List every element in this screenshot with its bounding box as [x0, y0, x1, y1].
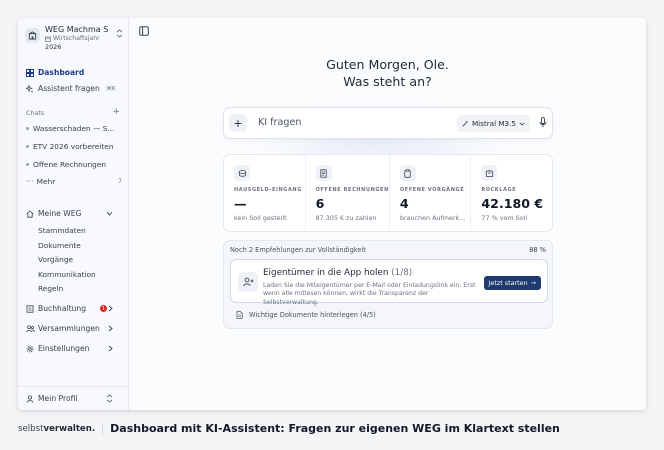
stat-offene-vorgaenge[interactable]: OFFENE VORGÄNGE 4 brauchen Aufmerk... — [390, 155, 472, 231]
greeting-line-1: Guten Morgen, Ole. — [326, 57, 449, 72]
chevron-down-icon — [106, 211, 113, 216]
document-icon — [236, 311, 243, 319]
nav-einstellungen-label: Einstellungen — [38, 344, 90, 353]
stat-hausgeld[interactable]: HAUSGELD-EINGANG — kein Soll gestellt — [224, 155, 306, 231]
recommendation-description: Laden Sie die Miteigentümer per E-Mail o… — [263, 282, 476, 306]
nav-dashboard-label: Dashboard — [38, 68, 85, 77]
chevron-right-icon — [108, 345, 113, 352]
start-now-button[interactable]: Jetzt starten → — [483, 276, 541, 290]
invoice-icon — [315, 165, 332, 181]
greeting: Guten Morgen, Ole. Was steht an? — [129, 56, 646, 90]
shortcut-badge: ⌘K — [104, 85, 117, 92]
chat-item[interactable]: ETV 2026 vorbereiten — [26, 140, 118, 152]
nav-assistant[interactable]: Assistent fragen ⌘K — [25, 82, 121, 95]
chevron-up-down-icon — [106, 394, 113, 403]
app-window: WEG Machma S... Wirtschaftsjahr 2026 Das… — [18, 18, 646, 410]
ledger-icon — [25, 304, 35, 314]
nav-profil[interactable]: Mein Profil — [25, 392, 121, 405]
sidebar-toggle-icon[interactable] — [139, 26, 149, 36]
model-name: Mistral M3.5 — [471, 119, 516, 128]
user-icon — [25, 394, 35, 404]
nav-sub-regeln[interactable]: Regeln — [38, 284, 63, 293]
nav-versammlungen-label: Versammlungen — [38, 324, 100, 333]
nav-sub-dokumente[interactable]: Dokumente — [38, 241, 81, 250]
nav-buchhaltung-label: Buchhaltung — [38, 304, 87, 313]
attach-plus-button[interactable]: + — [229, 114, 247, 132]
caption: selbstverwalten. Dashboard mit KI-Assist… — [18, 422, 560, 435]
chevron-right-icon — [108, 305, 113, 312]
calendar-icon — [45, 36, 51, 42]
arrow-right-icon: → — [530, 279, 536, 287]
stat-offene-rechnungen[interactable]: OFFENE RECHNUNGEN 6 87.305 € zu zahlen — [306, 155, 390, 231]
ai-ask-input[interactable]: KI fragen — [258, 117, 301, 128]
nav-dashboard[interactable]: Dashboard — [25, 66, 121, 79]
house-icon — [25, 209, 35, 219]
stat-ruecklage[interactable]: RÜCKLAGE 42.180 € 77 % vom Soll — [471, 155, 552, 231]
brand-logo: selbstverwalten. — [18, 423, 96, 434]
sidebar: WEG Machma S... Wirtschaftsjahr 2026 Das… — [18, 18, 129, 410]
recommendations-panel: Noch 2 Empfehlungen zur Vollständigkeit … — [223, 240, 553, 329]
user-plus-icon — [238, 272, 258, 292]
microphone-icon[interactable] — [539, 117, 547, 128]
wand-icon — [462, 120, 469, 127]
completeness-percent: 88 % — [529, 246, 546, 254]
org-switcher[interactable]: WEG Machma S... Wirtschaftsjahr 2026 — [25, 25, 123, 59]
building-icon — [25, 28, 40, 43]
org-name: WEG Machma S... — [45, 25, 109, 34]
next-recommendation[interactable]: Wichtige Dokumente hinterlegen (4/5) — [236, 311, 376, 319]
greeting-line-2: Was steht an? — [343, 74, 432, 89]
chat-item[interactable]: Offene Rechnungen — [26, 158, 118, 170]
nav-meine-weg[interactable]: Meine WEG — [25, 207, 121, 220]
nav-meine-weg-label: Meine WEG — [38, 209, 82, 218]
new-chat-plus-icon[interactable]: + — [112, 108, 120, 117]
chevron-down-icon — [519, 122, 525, 126]
nav-versammlungen[interactable]: Versammlungen — [25, 322, 121, 335]
nav-einstellungen[interactable]: Einstellungen — [25, 342, 121, 355]
fiscal-year: 2026 — [45, 42, 62, 51]
model-selector[interactable]: Mistral M3.5 — [456, 115, 530, 132]
chats-more-count: 7 — [118, 177, 122, 185]
recommendation-card[interactable]: Eigentümer in die App holen (1/8) Laden … — [230, 259, 548, 306]
nav-profil-label: Mein Profil — [38, 394, 78, 403]
sparkle-icon — [25, 84, 35, 94]
buchhaltung-badge: 1 — [100, 305, 107, 312]
chevron-up-down-icon — [116, 29, 123, 38]
more-dots-icon: ··· — [26, 176, 34, 186]
chats-more[interactable]: ··· Mehr 7 — [26, 175, 122, 187]
grid-icon — [25, 68, 35, 78]
people-icon — [25, 324, 35, 334]
clipboard-icon — [399, 165, 416, 181]
caption-text: Dashboard mit KI-Assistent: Fragen zur e… — [110, 422, 560, 435]
recommendation-title: Eigentümer in die App holen (1/8) — [263, 268, 413, 278]
fiscal-year-label: Wirtschaftsjahr — [53, 35, 100, 42]
stats-panel: HAUSGELD-EINGANG — kein Soll gestellt OF… — [223, 154, 553, 232]
nav-assistant-label: Assistent fragen — [38, 84, 100, 93]
main-content: Guten Morgen, Ole. Was steht an? + KI fr… — [129, 18, 646, 410]
nav-sub-stammdaten[interactable]: Stammdaten — [38, 226, 86, 235]
chat-item[interactable]: Wasserschaden — S... — [26, 122, 118, 134]
gear-icon — [25, 344, 35, 354]
nav-sub-vorgaenge[interactable]: Vorgänge — [38, 255, 73, 264]
nav-sub-kommunikation[interactable]: Kommunikation — [38, 270, 96, 279]
chevron-right-icon — [108, 325, 113, 332]
ai-ask-box[interactable]: + KI fragen Mistral M3.5 — [223, 107, 553, 139]
recommendations-header: Noch 2 Empfehlungen zur Vollständigkeit — [230, 246, 366, 254]
coins-icon — [234, 165, 250, 181]
piggy-bank-icon — [481, 165, 498, 181]
chats-section-label: Chats — [26, 109, 45, 117]
